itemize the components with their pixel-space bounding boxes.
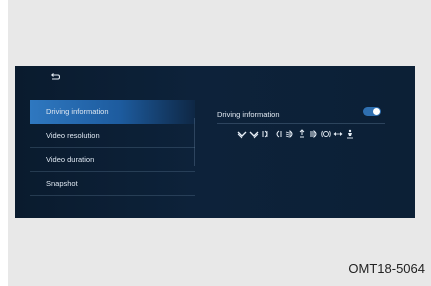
menu-item-video-duration[interactable]: Video duration — [30, 148, 195, 172]
panel-divider — [194, 118, 195, 166]
front-fog-icon — [299, 129, 305, 138]
indicator-strip — [237, 128, 377, 140]
high-beam-icon — [310, 129, 317, 139]
seatbelt-icon — [347, 129, 353, 139]
menu-item-label: Snapshot — [46, 179, 78, 188]
brake-warning-icon — [321, 130, 331, 138]
back-arrow-icon[interactable] — [49, 70, 61, 82]
low-beam-icon — [285, 129, 293, 139]
menu-item-snapshot[interactable]: Snapshot — [30, 172, 195, 196]
hazard-arrows-icon — [333, 132, 343, 136]
menu-item-video-resolution[interactable]: Video resolution — [30, 124, 195, 148]
rear-fog-icon — [276, 130, 282, 138]
detail-title: Driving information — [217, 110, 280, 119]
driving-info-toggle[interactable] — [363, 107, 381, 116]
menu-item-label: Video resolution — [46, 131, 100, 140]
turn-right-icon — [249, 131, 259, 139]
infotainment-screen: Driving information Video resolution Vid… — [15, 66, 415, 218]
figure-code: OMT18-5064 — [348, 261, 425, 276]
fog-light-icon — [262, 130, 268, 138]
menu-item-driving-information[interactable]: Driving information — [30, 100, 195, 124]
turn-left-icon — [237, 131, 247, 139]
detail-divider — [217, 123, 385, 124]
settings-menu: Driving information Video resolution Vid… — [30, 100, 195, 196]
toggle-knob — [373, 108, 380, 115]
menu-item-label: Video duration — [46, 155, 95, 164]
menu-item-label: Driving information — [46, 107, 109, 116]
